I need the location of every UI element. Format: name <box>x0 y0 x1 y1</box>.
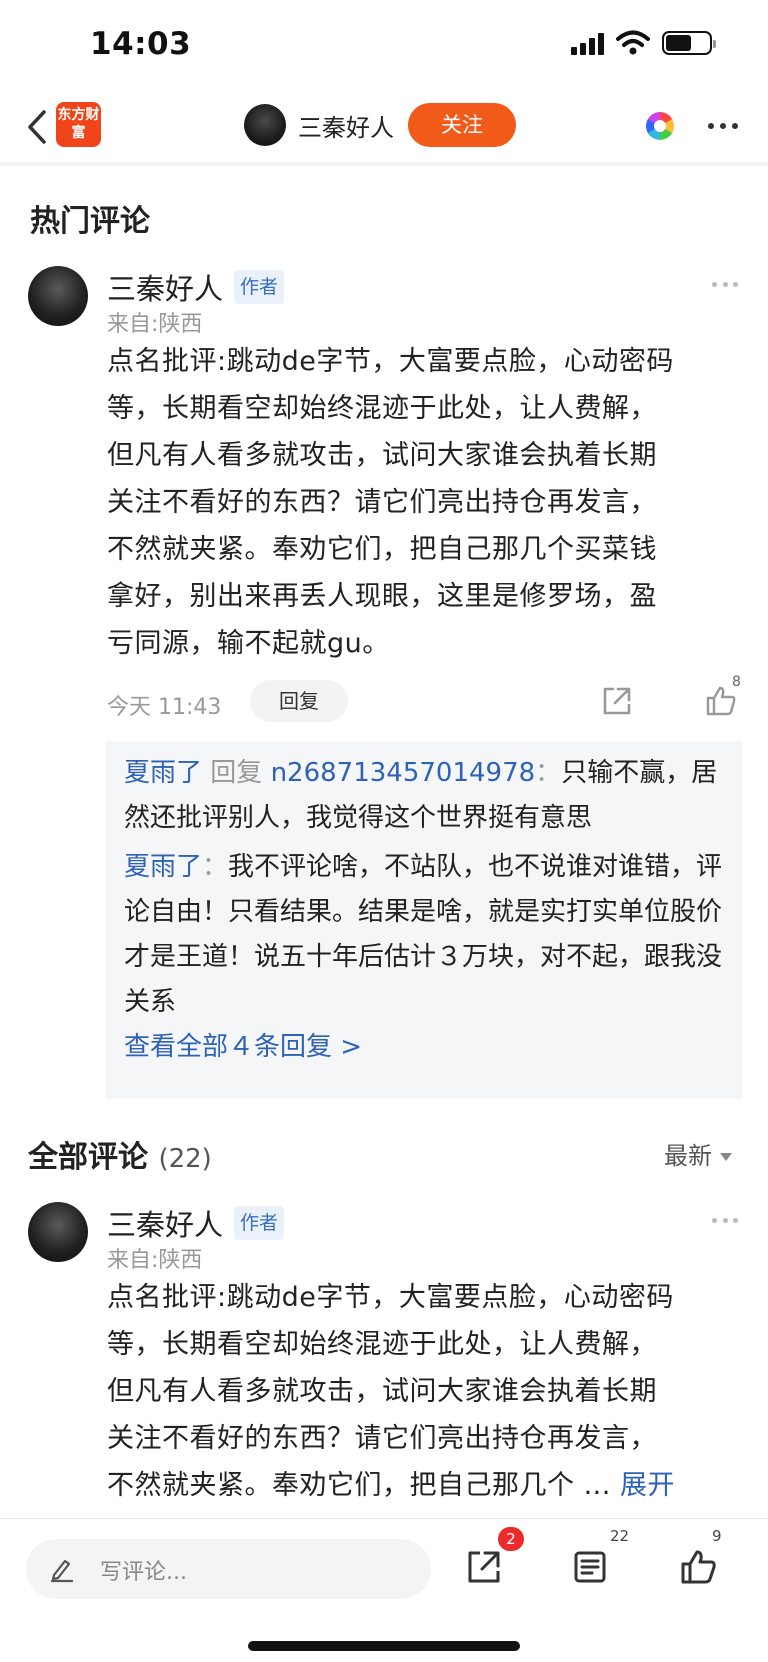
color-wheel-icon[interactable] <box>646 112 674 140</box>
nav-author-info[interactable]: 三秦好人 关注 <box>244 102 516 148</box>
all-comments-title: 全部评论 (22) <box>28 1132 212 1176</box>
nav-author-name[interactable]: 三秦好人 <box>298 108 394 143</box>
share-badge: 2 <box>498 1527 524 1551</box>
cellular-signal-icon <box>571 31 604 55</box>
follow-button[interactable]: 关注 <box>408 103 516 147</box>
reply-button[interactable]: 回复 <box>250 680 348 722</box>
comment-text: 点名批评:跳动de字节，大富要点脸，心动密码 等，长期看空却始终混迹于此处，让人… <box>107 1274 743 1509</box>
write-comment-input[interactable]: 写评论... <box>26 1539 431 1599</box>
commenter-name[interactable]: 三秦好人 <box>107 1202 223 1244</box>
replies-box: 夏雨了 回复 n268713457014978：只输不赢，居然还批评别人，我觉得… <box>106 741 742 1099</box>
all-comments-label: 全部评论 <box>28 1140 148 1175</box>
like-count: 8 <box>732 674 741 690</box>
nav-divider <box>0 162 768 166</box>
all-comments-count: (22) <box>158 1144 212 1174</box>
write-comment-placeholder: 写评论... <box>100 1560 187 1585</box>
expand-link[interactable]: 展开 <box>620 1470 675 1501</box>
view-all-replies-link[interactable]: 查看全部４条回复 > <box>124 1025 724 1070</box>
home-indicator[interactable] <box>248 1641 520 1651</box>
comment-more-icon[interactable] <box>712 282 738 287</box>
comment-location: 来自:陕西 <box>107 312 203 337</box>
nav-bar: 东方财富 三秦好人 关注 <box>0 92 768 162</box>
reply-item: 夏雨了：我不评论啥，不站队，也不说谁对谁错，评论自由！只看结果。结果是啥，就是实… <box>124 845 724 1025</box>
status-time: 14:03 <box>90 26 192 62</box>
reply-user[interactable]: 夏雨了 <box>124 758 202 788</box>
comment-more-icon[interactable] <box>712 1218 738 1223</box>
status-icons <box>571 30 716 56</box>
brand-logo[interactable]: 东方财富 <box>56 102 101 147</box>
like-count: 9 <box>712 1527 722 1545</box>
comment-time: 今天 11:43 <box>107 695 222 720</box>
author-badge: 作者 <box>234 270 285 304</box>
share-icon[interactable] <box>464 1547 504 1587</box>
commenter-avatar[interactable] <box>28 1202 88 1262</box>
reply-word: 回复 <box>210 758 263 788</box>
comment-location: 来自:陕西 <box>107 1248 203 1273</box>
back-arrow-icon[interactable] <box>22 104 52 150</box>
commenter-name[interactable]: 三秦好人 <box>107 266 223 308</box>
sort-dropdown[interactable]: 最新 <box>664 1136 732 1171</box>
bottom-action-bar: 写评论... 2 22 9 <box>0 1518 768 1662</box>
pen-icon <box>50 1559 74 1583</box>
wifi-icon <box>616 30 650 55</box>
reply-user[interactable]: 夏雨了 <box>124 852 202 882</box>
comments-icon[interactable] <box>570 1547 610 1587</box>
reply-item: 夏雨了 回复 n268713457014978：只输不赢，居然还批评别人，我觉得… <box>124 751 724 841</box>
status-bar: 14:03 <box>0 0 768 92</box>
share-icon[interactable] <box>600 684 634 718</box>
hot-comments-title: 热门评论 <box>30 204 150 239</box>
comment-text: 点名批评:跳动de字节，大富要点脸，心动密码 等，长期看空却始终混迹于此处，让人… <box>107 346 674 659</box>
reply-separator: ： <box>535 758 562 788</box>
author-badge: 作者 <box>234 1206 285 1240</box>
comment-text-content: 点名批评:跳动de字节，大富要点脸，心动密码 等，长期看空却始终混迹于此处，让人… <box>107 1282 674 1501</box>
more-dots-icon[interactable] <box>708 112 738 140</box>
reply-target-user[interactable]: n268713457014978 <box>271 758 536 788</box>
commenter-avatar[interactable] <box>28 266 88 326</box>
caret-down-icon <box>720 1153 732 1161</box>
author-avatar[interactable] <box>244 104 286 146</box>
battery-icon <box>662 31 716 55</box>
comment-count: 22 <box>610 1527 630 1545</box>
like-icon[interactable] <box>678 1547 718 1587</box>
reply-separator: ： <box>202 852 229 882</box>
sort-label: 最新 <box>664 1142 712 1170</box>
